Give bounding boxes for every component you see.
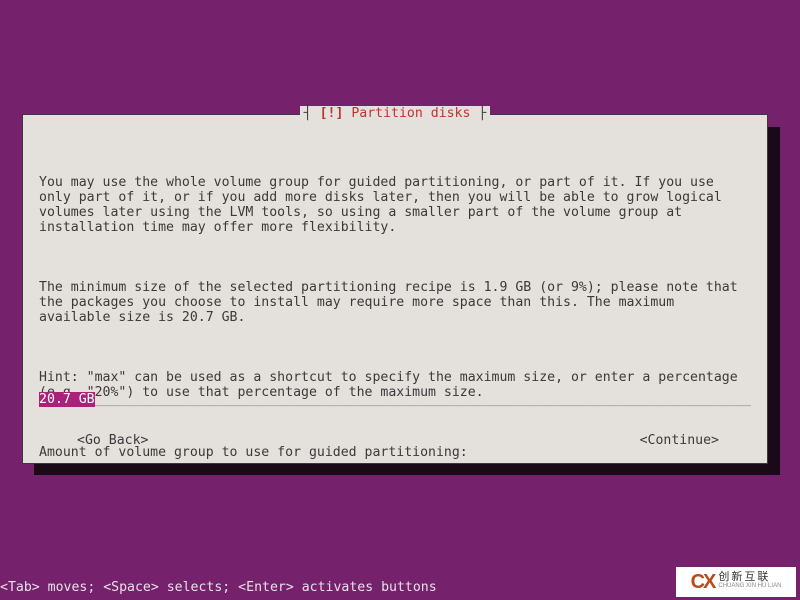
partition-dialog: ┤ [!] Partition disks ├ You may use the … <box>22 114 768 464</box>
watermark-sub: CHUANG XIN HU LIAN <box>718 582 781 591</box>
paragraph-1: You may use the whole volume group for g… <box>39 175 751 235</box>
title-bang: [!] <box>320 106 344 121</box>
volume-size-input[interactable]: 20.7 GB ________________________________… <box>39 392 751 407</box>
dialog-body: You may use the whole volume group for g… <box>39 145 751 505</box>
help-bar: <Tab> moves; <Space> selects; <Enter> ac… <box>0 580 437 595</box>
input-underline: ________________________________________… <box>95 392 751 407</box>
watermark-name: 创新互联 <box>718 573 781 582</box>
continue-button[interactable]: <Continue> <box>640 433 719 448</box>
dialog-title: ┤ [!] Partition disks ├ <box>23 106 767 121</box>
input-value[interactable]: 20.7 GB <box>39 392 95 407</box>
watermark-logo: CX 创新互联 CHUANG XIN HU LIAN <box>676 567 796 597</box>
paragraph-2: The minimum size of the selected partiti… <box>39 280 751 325</box>
title-text: Partition disks <box>351 106 470 121</box>
watermark-cx: CX <box>691 575 715 590</box>
go-back-button[interactable]: <Go Back> <box>77 433 148 448</box>
